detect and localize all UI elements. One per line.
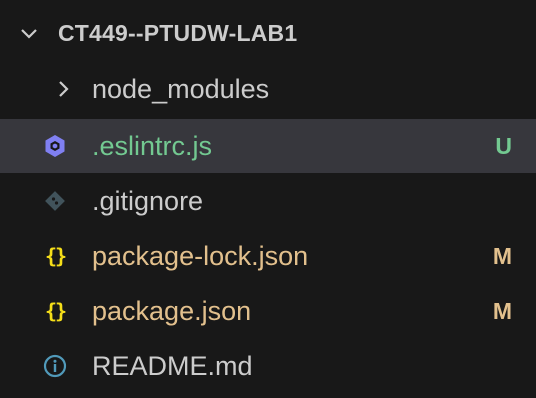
tree-item-label: package-lock.json [92, 240, 309, 271]
tree-item-label: .gitignore [92, 185, 204, 216]
tree-item-package-lock-json[interactable]: {} package-lock.json M [0, 229, 536, 283]
eslint-icon [42, 133, 68, 159]
json-braces-icon: {} [44, 244, 67, 268]
git-status-badge: M [492, 242, 512, 269]
chevron-right-icon[interactable] [52, 78, 74, 100]
folder-header[interactable]: CT449--PTUDW-LAB1 [0, 6, 536, 60]
git-icon [42, 188, 68, 214]
tree-item-label: README.md [92, 350, 253, 381]
git-status-badge: M [492, 297, 512, 324]
info-icon [42, 353, 68, 379]
json-braces-icon: {} [44, 299, 67, 323]
tree-item-label: package.json [92, 295, 252, 326]
tree-item-label: node_modules [92, 73, 270, 104]
tree-item-label: .eslintrc.js [92, 130, 213, 161]
chevron-down-icon[interactable] [18, 22, 40, 44]
tree-item-readme[interactable]: README.md [0, 339, 536, 393]
git-status-badge: U [495, 132, 512, 159]
file-explorer: CT449--PTUDW-LAB1 node_modules .eslintrc… [0, 0, 536, 398]
folder-title: CT449--PTUDW-LAB1 [58, 19, 298, 46]
tree-item-eslintrc[interactable]: .eslintrc.js U [0, 119, 536, 173]
tree-item-node-modules[interactable]: node_modules [0, 62, 536, 116]
tree-item-package-json[interactable]: {} package.json M [0, 284, 536, 338]
tree-item-gitignore[interactable]: .gitignore [0, 174, 536, 228]
